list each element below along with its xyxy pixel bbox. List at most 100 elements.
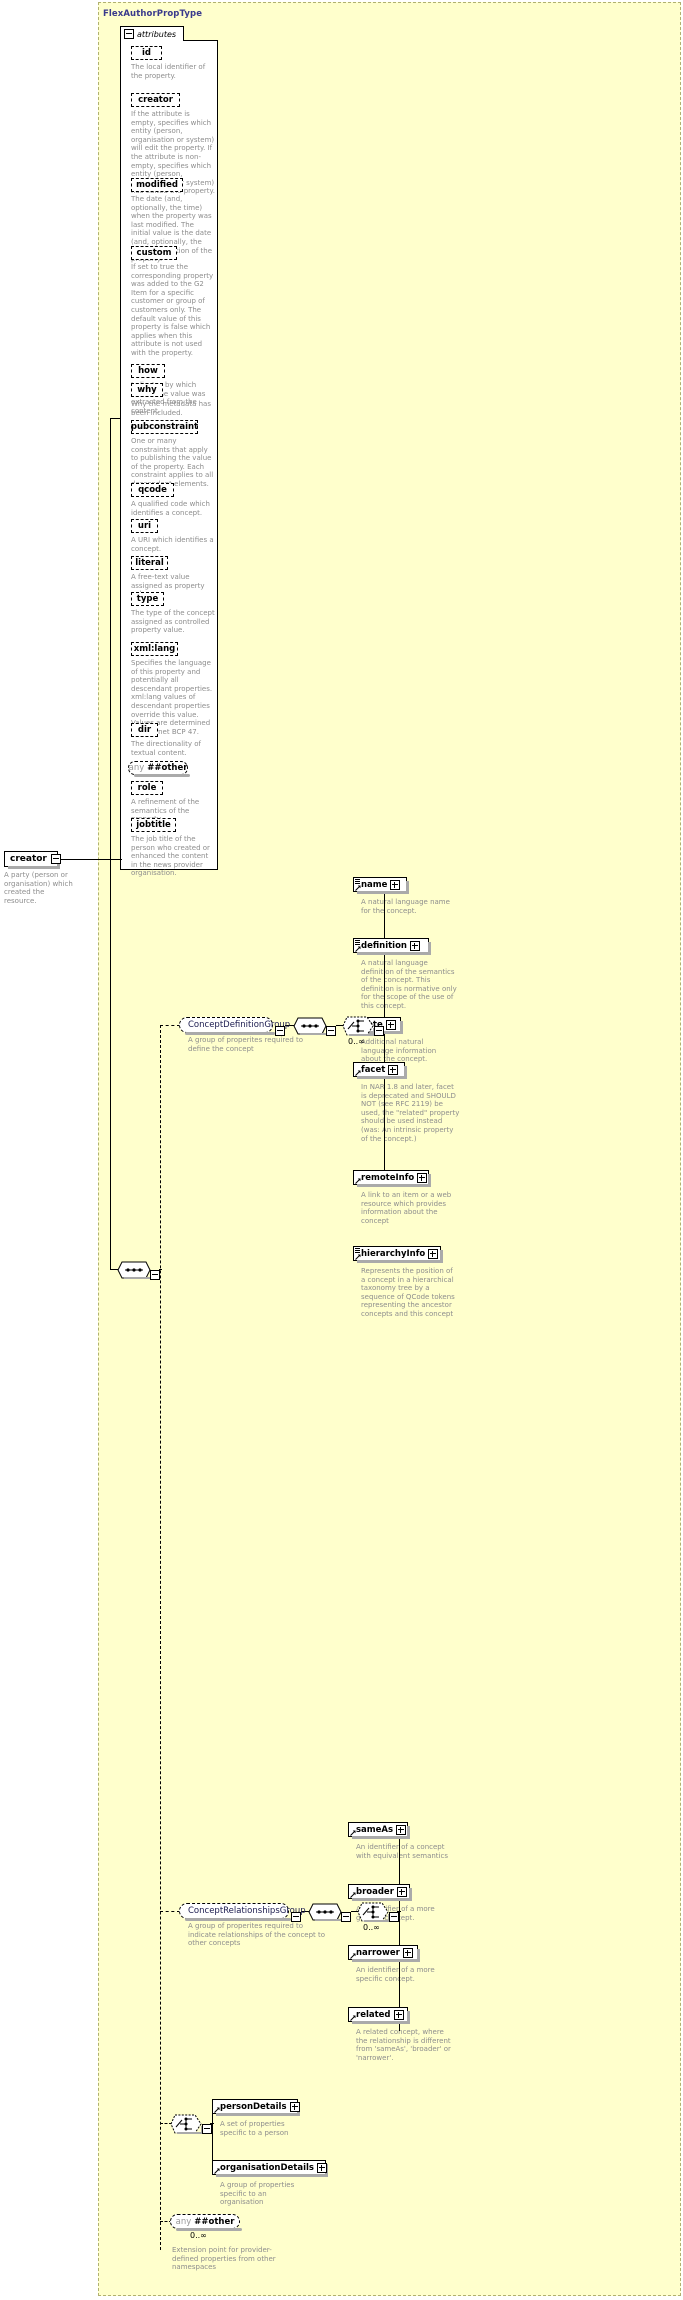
minus-icon[interactable] [326,1026,336,1036]
element-label: sameAs [356,1824,394,1835]
element-label: definition [361,940,407,951]
attribute-label: id [142,48,151,58]
minus-icon[interactable] [275,1026,285,1036]
any-namespace: ##other [194,2216,235,2227]
element-node-definition[interactable]: definition [353,938,431,955]
element-doc: A link to an item or a web resource whic… [361,1191,452,1225]
element-node-remoteinfo[interactable]: remoteInfo [353,1170,431,1187]
any-keyword: any [128,763,145,773]
expand-icon[interactable] [385,1019,396,1030]
attribute-label: qcode [138,485,167,495]
group-conceptdefinitiongroup[interactable]: ConceptDefinitionGroup [179,1017,290,1035]
group-conceptrelationshipsgroup[interactable]: ConceptRelationshipsGroup [179,1903,306,1921]
crg-collapse[interactable] [291,1907,304,1926]
expand-icon[interactable] [396,1824,407,1835]
attribute-node-qcode[interactable]: qcode [131,483,176,499]
expand-icon[interactable] [402,1947,413,1958]
attribute-doc: The job title of the person who created … [131,835,210,878]
schema-diagram-canvas: FlexAuthorPropType attributes id The loca… [0,0,683,2300]
element-node-sameas[interactable]: sameAs [348,1822,410,1839]
root-collapse-icon[interactable] [50,854,61,864]
attribute-node-creator[interactable]: creator [131,93,182,109]
choice-compositor-details[interactable] [170,2114,202,2134]
cdg-choice-collapse[interactable] [374,1021,387,1040]
attribute-doc: One or many constraints that apply to pu… [131,437,214,488]
minus-icon[interactable] [150,1270,160,1280]
minus-icon[interactable] [389,1912,399,1922]
element-doc: A natural language name for the concept. [361,898,450,915]
spine-main [160,1025,161,2250]
stacked-lines-icon [355,879,360,884]
element-doc: A natural language definition of the sem… [361,959,457,1010]
expand-icon[interactable] [409,940,420,951]
attribute-node-uri[interactable]: uri [131,519,160,535]
attribute-node-modified[interactable]: modified [131,178,185,194]
details-choice-collapse[interactable] [202,2119,215,2138]
attributes-tab[interactable]: attributes [120,26,184,41]
expand-icon[interactable] [390,879,401,890]
expand-icon[interactable] [289,2101,300,2112]
attribute-doc: If set to true the corresponding propert… [131,263,214,357]
attribute-node-custom[interactable]: custom [131,246,179,262]
element-node-related[interactable]: related [348,2007,410,2024]
connector-root-vertical [110,418,111,860]
minus-icon[interactable] [291,1912,301,1922]
expand-icon[interactable] [388,1064,399,1075]
crg-seq-collapse[interactable] [341,1907,354,1926]
attribute-node-role[interactable]: role [131,781,165,797]
any-other-node[interactable]: any ##other [170,2214,242,2231]
any-occurs: 0..∞ [190,2231,207,2240]
element-doc: Additional natural language information … [361,1038,437,1064]
expand-icon[interactable] [428,1248,439,1259]
sequence-collapse-main[interactable] [150,1265,163,1284]
sequence-compositor-crg[interactable] [308,1903,342,1921]
element-label: related [356,2009,391,2020]
attribute-node-any-other[interactable]: any ##other [128,761,190,777]
element-node-facet[interactable]: facet [353,1062,407,1079]
attribute-doc: A qualified code which identifies a conc… [131,500,210,517]
sequence-compositor-main[interactable] [117,1261,151,1279]
expand-icon[interactable] [393,2009,404,2020]
element-label: personDetails [220,2101,287,2112]
group-conceptrelationshipsgroup-doc: A group of properites required to indica… [188,1922,326,1948]
choice-compositor-cdg[interactable] [342,1016,374,1036]
element-node-organisationdetails[interactable]: organisationDetails [212,2160,328,2177]
attribute-node-literal[interactable]: literal [131,556,170,572]
element-node-narrower[interactable]: narrower [348,1945,420,1962]
element-doc: A group of properties specific to an org… [220,2181,295,2207]
choice-compositor-crg[interactable] [357,1902,389,1922]
link-arrow-icon [355,946,361,952]
attribute-label: uri [137,521,152,531]
minus-icon[interactable] [341,1912,351,1922]
attribute-node-jobtitle[interactable]: jobtitle [131,818,178,834]
minus-icon[interactable] [202,2124,212,2134]
cdg-seq-collapse[interactable] [326,1021,339,1040]
element-doc: An identifier of a more specific concept… [356,1966,435,1983]
sequence-compositor-cdg[interactable] [293,1017,327,1035]
minus-icon[interactable] [374,1026,384,1036]
expand-icon[interactable] [417,1172,428,1183]
attribute-node-xml-lang[interactable]: xml:lang [131,642,180,658]
root-element-creator[interactable]: creator [4,851,61,869]
crg-choice-collapse[interactable] [389,1907,402,1926]
element-node-name[interactable]: name [353,877,409,894]
link-arrow-icon [350,1892,356,1898]
element-node-broader[interactable]: broader [348,1884,412,1901]
attribute-node-pubconstraint[interactable]: pubconstraint [131,420,200,436]
attribute-node-how[interactable]: how [131,364,167,380]
attribute-node-dir[interactable]: dir [131,723,160,739]
attribute-node-id[interactable]: id [131,46,164,62]
cdg-collapse[interactable] [275,1021,288,1040]
attribute-label: literal [135,558,164,568]
attribute-node-type[interactable]: type [131,592,166,608]
element-node-hierarchyinfo[interactable]: hierarchyInfo [353,1246,443,1263]
expand-icon[interactable] [317,2162,327,2173]
any-namespace: ##other [147,763,188,773]
element-label: broader [356,1886,394,1897]
element-node-persondetails[interactable]: personDetails [212,2099,300,2116]
attribute-node-why[interactable]: why [131,383,165,399]
branch-crg [160,1911,180,1912]
attribute-label: custom [136,248,172,258]
collapse-icon[interactable] [124,29,134,39]
expand-icon[interactable] [396,1886,407,1897]
